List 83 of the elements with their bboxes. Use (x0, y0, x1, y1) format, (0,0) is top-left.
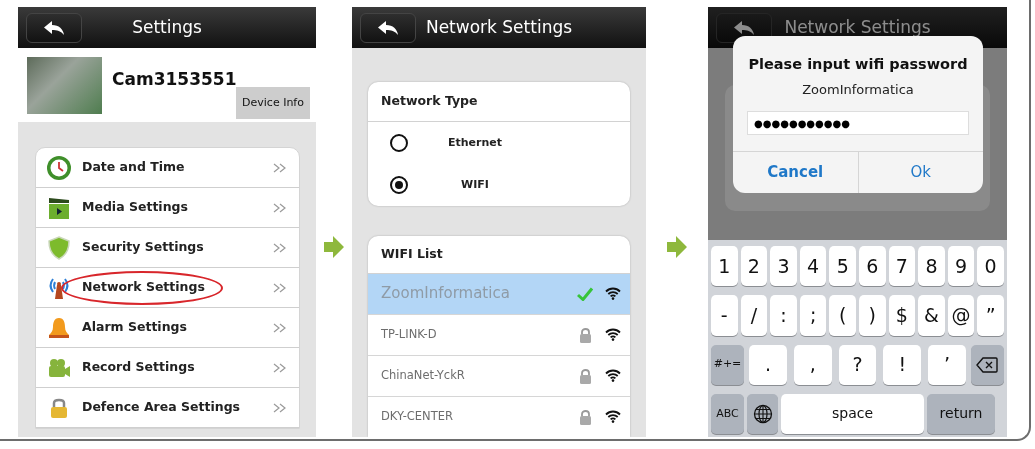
double-chevron-icon (273, 402, 287, 413)
keyboard-key[interactable]: ; (799, 295, 827, 336)
option-label: Ethernet (446, 134, 503, 151)
network-name: ZoomInformatica (802, 80, 914, 99)
checkmark-icon (577, 286, 593, 301)
wifi-icon (605, 410, 621, 424)
double-chevron-icon (273, 322, 287, 333)
keyboard-key[interactable]: ” (977, 295, 1004, 336)
clock-icon (46, 154, 72, 181)
keyboard-key[interactable]: $ (888, 295, 916, 336)
keyboard-key[interactable]: . (749, 344, 787, 385)
return-key[interactable]: return (927, 393, 995, 434)
double-chevron-icon (273, 202, 287, 213)
keyboard-key[interactable]: 0 (977, 246, 1004, 287)
settings-item[interactable]: Record Settings (36, 348, 299, 388)
wifi-icon (605, 328, 621, 342)
settings-item[interactable]: Date and Time (36, 148, 299, 188)
back-button[interactable] (360, 12, 416, 43)
wifi-network-row[interactable]: TP-LINK-D (368, 314, 630, 356)
radio-button[interactable] (390, 134, 408, 152)
double-chevron-icon (273, 162, 287, 173)
camera-name: Cam3153551 (112, 68, 237, 92)
double-chevron-icon (273, 362, 287, 373)
lock-icon (578, 408, 592, 425)
radio-button[interactable] (390, 176, 408, 194)
keyboard-key[interactable]: - (711, 295, 738, 336)
keyboard-key[interactable]: 2 (740, 246, 768, 287)
globe-key[interactable] (747, 393, 778, 434)
screen-title: Network Settings (784, 15, 931, 39)
option-label: WIFI (460, 176, 490, 193)
arrow-icon (667, 236, 687, 258)
keyboard-key[interactable]: ) (858, 295, 886, 336)
screen-title: Network Settings (425, 15, 573, 39)
keyboard-key[interactable]: #+= (711, 344, 744, 385)
double-chevron-icon (273, 282, 287, 293)
wifi-icon (605, 287, 621, 301)
keyboard-key[interactable]: / (740, 295, 768, 336)
keyboard-key[interactable]: 9 (947, 246, 975, 287)
screen-title: Settings (132, 15, 202, 39)
keyboard-key[interactable]: 4 (799, 246, 827, 287)
section-heading: WIFI List (368, 235, 630, 274)
keyboard-key[interactable]: 5 (829, 246, 856, 287)
keyboard-key[interactable]: 7 (888, 246, 916, 287)
keyboard-key[interactable]: ( (829, 295, 856, 336)
keyboard-key[interactable]: ? (838, 344, 877, 385)
keyboard-key[interactable]: ! (883, 344, 922, 385)
back-arrow-icon (377, 19, 399, 36)
settings-item[interactable]: Media Settings (36, 188, 299, 228)
backspace-icon (976, 356, 999, 373)
settings-item[interactable]: Network Settings (36, 268, 299, 308)
keyboard-key[interactable]: 3 (770, 246, 797, 287)
dialog-button[interactable]: Ok (857, 152, 983, 193)
keyboard-key[interactable]: 1 (711, 246, 738, 287)
keyboard-key[interactable]: ABC (711, 393, 744, 434)
section-heading: Network Type (368, 82, 630, 122)
back-button[interactable] (26, 12, 82, 43)
space-key[interactable]: space (781, 393, 924, 434)
keyboard-key[interactable]: 6 (858, 246, 886, 287)
back-arrow-icon (43, 19, 65, 36)
settings-item[interactable]: Defence Area Settings (36, 388, 299, 428)
keyboard-key[interactable]: 8 (918, 246, 945, 287)
double-chevron-icon (273, 242, 287, 253)
back-arrow-icon (733, 19, 755, 36)
device-info-button[interactable]: Device Info (236, 87, 310, 119)
keyboard-key[interactable]: , (793, 344, 832, 385)
wifi-icon (605, 369, 621, 383)
lock-icon (578, 367, 592, 384)
settings-item[interactable]: Security Settings (36, 228, 299, 268)
keyboard-key[interactable]: : (770, 295, 797, 336)
keyboard-key[interactable]: @ (947, 295, 975, 336)
keyboard-key[interactable]: ’ (928, 344, 966, 385)
password-field[interactable]: ●●●●●●●●●●● (747, 111, 969, 136)
dialog-button[interactable]: Cancel (733, 152, 858, 193)
shield-icon (46, 234, 72, 261)
arrow-icon (324, 236, 344, 258)
dialog-title: Please input wifi password (748, 55, 968, 74)
wifi-network-row[interactable]: ChinaNet-YckR (368, 355, 630, 397)
settings-item[interactable]: Alarm Settings (36, 308, 299, 348)
wifi-network-row[interactable]: DKY-CENTER (368, 396, 630, 437)
lock-icon (578, 326, 592, 343)
backspace-key[interactable] (971, 344, 1004, 385)
globe-icon (752, 403, 773, 424)
keyboard-key[interactable]: & (918, 295, 945, 336)
